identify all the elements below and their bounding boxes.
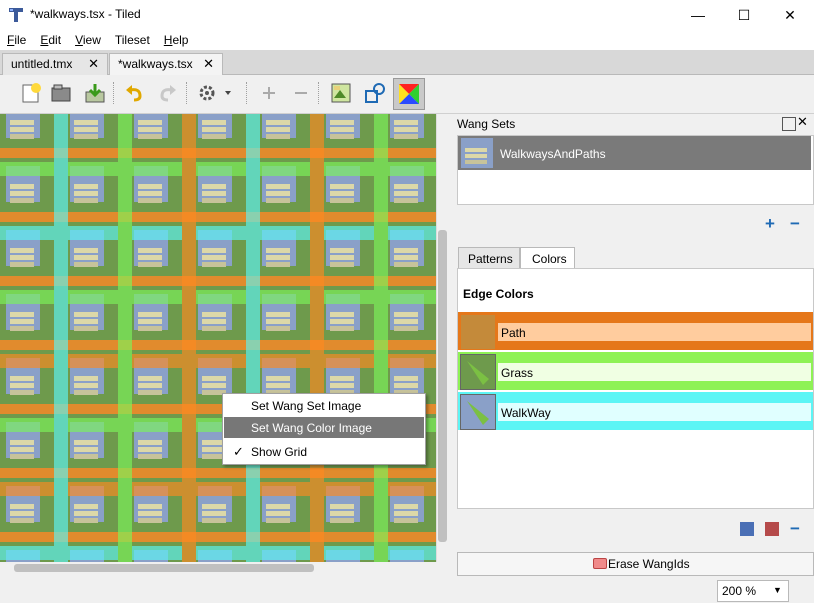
undo-icon[interactable] bbox=[122, 80, 148, 106]
wang-set-thumbnail bbox=[461, 138, 493, 168]
close-panel-icon[interactable]: ✕ bbox=[797, 114, 808, 130]
menu-view[interactable]: View bbox=[68, 30, 108, 50]
menu-file[interactable]: File bbox=[0, 30, 33, 50]
menu-set-wang-set-image[interactable]: Set Wang Set Image bbox=[224, 395, 424, 416]
wang-set-name: WalkwaysAndPaths bbox=[500, 147, 606, 161]
toolbar-separator bbox=[246, 82, 249, 104]
menu-tileset[interactable]: Tileset bbox=[108, 30, 157, 50]
walkway-tile-swatch bbox=[460, 394, 496, 430]
grass-tile-swatch bbox=[460, 354, 496, 390]
wang-color-icon[interactable] bbox=[393, 78, 425, 110]
dynamic-wrapping-icon[interactable] bbox=[362, 80, 388, 106]
wang-overlay bbox=[0, 114, 436, 562]
color-image-icon[interactable] bbox=[765, 522, 779, 536]
edge-color-label: Path bbox=[498, 323, 811, 341]
menu-edit[interactable]: Edit bbox=[33, 30, 68, 50]
tab-patterns[interactable]: Patterns bbox=[458, 247, 520, 269]
tab-untitled-tmx[interactable]: untitled.tmx ✕ bbox=[2, 53, 108, 75]
edge-color-row-walkway[interactable]: WalkWay bbox=[458, 392, 813, 430]
menu-help[interactable]: Help bbox=[157, 30, 196, 50]
gear-icon[interactable] bbox=[196, 80, 236, 106]
tileset-image-icon[interactable] bbox=[328, 80, 354, 106]
tab-label: untitled.tmx bbox=[11, 57, 73, 71]
redo-icon[interactable] bbox=[154, 80, 180, 106]
window-title: *walkways.tsx - Tiled bbox=[30, 7, 141, 21]
tab-colors[interactable]: Colors bbox=[520, 247, 575, 269]
minimize-button[interactable]: — bbox=[675, 0, 721, 30]
close-tab-icon[interactable]: ✕ bbox=[88, 56, 99, 72]
eraser-icon bbox=[593, 558, 607, 569]
tab-walkways-tsx[interactable]: *walkways.tsx ✕ bbox=[109, 53, 223, 75]
toolbar-separator bbox=[318, 82, 321, 104]
toolbar-separator bbox=[113, 82, 116, 104]
edge-color-row-path[interactable]: Path bbox=[458, 312, 813, 350]
tiled-app-icon bbox=[8, 7, 24, 23]
new-file-icon[interactable] bbox=[18, 80, 44, 106]
edge-color-label: Grass bbox=[498, 363, 811, 381]
tab-label: *walkways.tsx bbox=[118, 57, 193, 71]
wang-sets-header: Wang Sets bbox=[457, 117, 516, 131]
save-icon[interactable] bbox=[82, 80, 108, 106]
edge-color-row-grass[interactable]: Grass bbox=[458, 352, 813, 390]
menu-show-grid[interactable]: ✓ Show Grid bbox=[224, 441, 424, 462]
add-color-icon[interactable] bbox=[740, 522, 754, 536]
minus-icon[interactable] bbox=[288, 80, 314, 106]
checkmark-icon: ✓ bbox=[233, 444, 244, 459]
maximize-button[interactable]: ☐ bbox=[721, 0, 767, 30]
tileset-view[interactable] bbox=[0, 114, 436, 562]
chevron-down-icon: ▼ bbox=[773, 585, 782, 595]
erase-wangids-button[interactable]: Erase WangIds bbox=[457, 552, 814, 576]
float-panel-icon[interactable] bbox=[782, 117, 796, 131]
vertical-scroll-thumb[interactable] bbox=[438, 230, 447, 542]
edge-color-label: WalkWay bbox=[498, 403, 811, 421]
edge-colors-heading: Edge Colors bbox=[463, 287, 534, 301]
menu-set-wang-color-image[interactable]: Set Wang Color Image bbox=[224, 417, 424, 438]
remove-wang-set-button[interactable]: − bbox=[790, 214, 800, 234]
add-wang-set-button[interactable]: + bbox=[765, 214, 775, 234]
toolbar-separator bbox=[186, 82, 189, 104]
plus-icon[interactable] bbox=[256, 80, 282, 106]
path-tile-swatch bbox=[460, 314, 496, 350]
remove-color-button[interactable]: − bbox=[790, 519, 800, 539]
close-window-button[interactable]: ✕ bbox=[767, 0, 813, 30]
horizontal-scroll-thumb[interactable] bbox=[14, 564, 314, 572]
zoom-select[interactable]: 200 % ▼ bbox=[717, 580, 789, 602]
context-menu: Set Wang Set Image Set Wang Color Image … bbox=[222, 393, 426, 465]
open-folder-icon[interactable] bbox=[48, 80, 74, 106]
menu-bar: File Edit View Tileset Help bbox=[0, 30, 814, 50]
close-tab-icon[interactable]: ✕ bbox=[203, 56, 214, 72]
wang-set-row[interactable]: WalkwaysAndPaths bbox=[458, 136, 811, 170]
